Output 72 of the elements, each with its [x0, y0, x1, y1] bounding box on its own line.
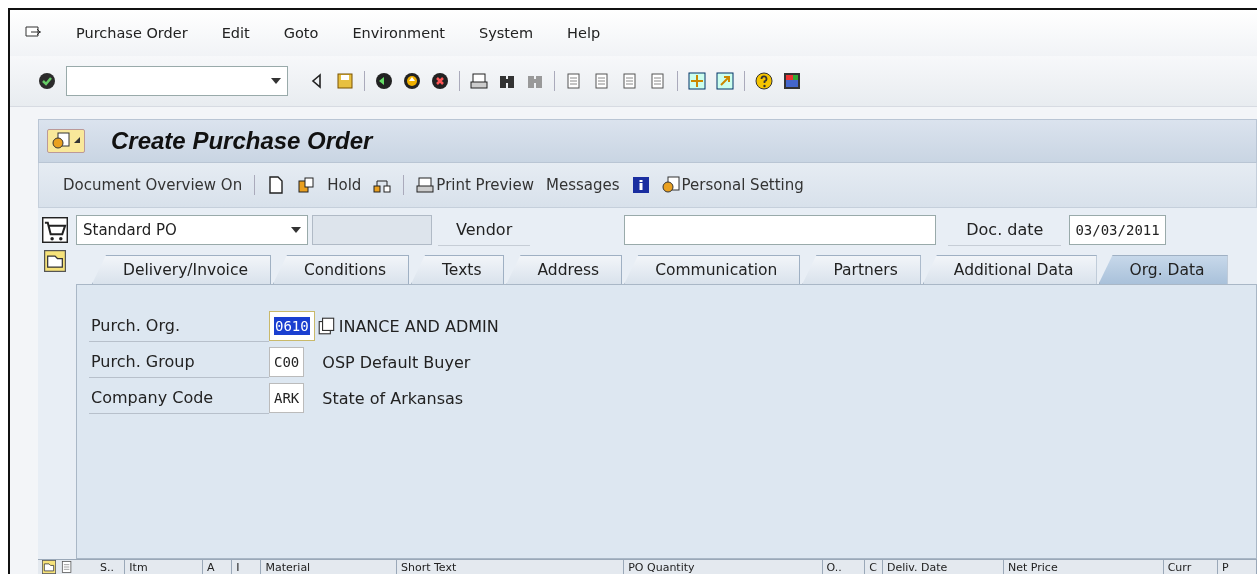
field-description: State of Arkansas	[322, 388, 464, 408]
tab[interactable]: Texts	[411, 255, 505, 284]
last-page-icon[interactable]	[649, 72, 667, 90]
layout-menu-icon[interactable]	[783, 72, 801, 90]
tab[interactable]: Delivery/Invoice	[92, 255, 271, 284]
print-icon[interactable]	[470, 72, 488, 90]
help-icon[interactable]	[755, 72, 773, 90]
save-icon[interactable]	[336, 72, 354, 90]
toolbar-button[interactable]: Hold	[327, 176, 362, 194]
tab[interactable]: Org. Data	[1098, 255, 1228, 284]
column-header[interactable]: Deliv. Date	[883, 560, 1004, 574]
tab[interactable]: Additional Data	[922, 255, 1097, 284]
toolbar-button[interactable]: Print Preview	[416, 176, 534, 194]
tab[interactable]: Address	[506, 255, 623, 284]
table-settings-icon[interactable]	[60, 560, 74, 574]
input-field[interactable]: ARK	[269, 383, 305, 413]
column-header[interactable]: Material	[261, 560, 397, 574]
menu-item[interactable]: Help	[567, 25, 601, 41]
field-description: OSP Default Buyer	[322, 352, 471, 372]
copy-icon[interactable]	[297, 176, 316, 194]
field-label: Doc. date	[948, 214, 1062, 246]
column-header[interactable]: Itm	[125, 560, 203, 574]
column-header[interactable]: Net Price	[1004, 560, 1164, 574]
tab[interactable]: Conditions	[273, 255, 410, 284]
menu-item[interactable]: Edit	[221, 25, 250, 41]
person-icon	[51, 132, 71, 150]
date-field[interactable]: 03/03/2011	[1069, 215, 1166, 245]
tab[interactable]: Partners	[802, 255, 921, 284]
info-icon[interactable]	[631, 176, 650, 194]
menu-item[interactable]: System	[479, 25, 534, 41]
back-icon[interactable]	[375, 72, 393, 90]
folder-icon[interactable]	[42, 560, 56, 574]
new-page-icon[interactable]	[267, 176, 286, 194]
copy-icon[interactable]	[316, 316, 337, 336]
command-field[interactable]	[66, 66, 288, 96]
tab[interactable]: Communication	[624, 255, 801, 284]
new-session-icon[interactable]	[688, 72, 706, 90]
exit-icon[interactable]	[403, 72, 421, 90]
menu-item[interactable]: Purchase Order	[76, 25, 188, 41]
screen-title: Create Purchase Order	[111, 127, 373, 155]
column-header[interactable]: I	[232, 560, 262, 574]
previous-page-icon[interactable]	[593, 72, 611, 90]
menu-button[interactable]	[47, 129, 85, 153]
column-header[interactable]: PO Quantity	[624, 560, 823, 574]
next-page-icon[interactable]	[621, 72, 639, 90]
column-header[interactable]: P	[1218, 560, 1257, 574]
menu-item[interactable]: Goto	[283, 25, 319, 41]
input-field[interactable]: 0610	[269, 311, 315, 341]
vendor-field[interactable]	[624, 215, 937, 245]
caret-icon	[73, 137, 81, 145]
field-description: INANCE AND ADMIN	[338, 316, 499, 336]
shortcut-icon[interactable]	[716, 72, 734, 90]
field-label: Vendor	[438, 214, 531, 246]
document-type-dropdown[interactable]: Standard PO	[76, 215, 308, 245]
toolbar-button[interactable]: Personal Setting	[661, 176, 804, 194]
cart-icon[interactable]	[42, 217, 68, 243]
toolbar-button[interactable]: Document Overview On	[63, 176, 243, 194]
folder-icon[interactable]	[44, 250, 66, 272]
cancel-icon[interactable]	[431, 72, 449, 90]
column-header[interactable]: S..	[96, 560, 126, 574]
menu-item[interactable]: Environment	[352, 25, 446, 41]
input-field[interactable]: C00	[269, 347, 305, 377]
column-header[interactable]: C	[865, 560, 883, 574]
first-page-icon[interactable]	[565, 72, 583, 90]
column-header[interactable]: O..	[822, 560, 866, 574]
column-header[interactable]: Curr	[1163, 560, 1219, 574]
enter-icon[interactable]	[38, 72, 56, 90]
column-header[interactable]: A	[202, 560, 233, 574]
print-preview-icon	[416, 176, 435, 194]
column-header[interactable]: Short Text	[397, 560, 625, 574]
person-icon	[661, 176, 680, 194]
toolbar-button[interactable]: Messages	[546, 176, 620, 194]
